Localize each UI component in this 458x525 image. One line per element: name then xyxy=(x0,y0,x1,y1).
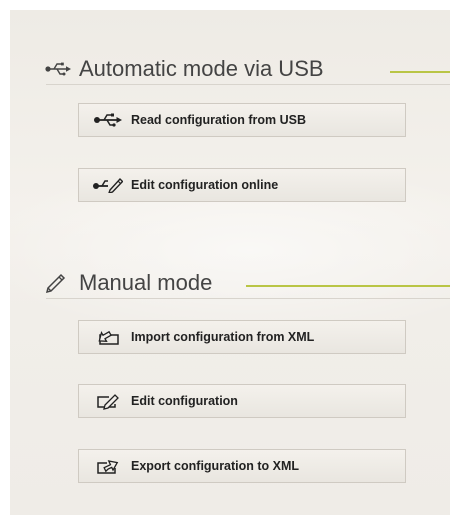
manual-mode-title: Manual mode xyxy=(79,270,213,295)
automatic-accent-line xyxy=(390,71,450,73)
export-config-xml-button[interactable]: Export configuration to XML xyxy=(78,449,406,483)
export-icon xyxy=(93,457,123,475)
usb-edit-icon xyxy=(93,176,123,194)
import-config-xml-label: Import configuration from XML xyxy=(131,330,315,344)
manual-divider xyxy=(46,298,450,299)
edit-config-label: Edit configuration xyxy=(131,394,238,408)
edit-config-online-button[interactable]: Edit configuration online xyxy=(78,168,406,202)
export-config-xml-label: Export configuration to XML xyxy=(131,459,300,473)
edit-config-online-label: Edit configuration online xyxy=(131,178,279,192)
automatic-divider xyxy=(46,84,450,85)
manual-mode-header: Manual mode xyxy=(45,268,212,298)
edit-config-button[interactable]: Edit configuration xyxy=(78,384,406,418)
automatic-mode-title: Automatic mode via USB xyxy=(79,56,324,81)
read-config-usb-label: Read configuration from USB xyxy=(131,113,307,127)
read-config-usb-button[interactable]: Read configuration from USB xyxy=(78,103,406,137)
automatic-mode-header: Automatic mode via USB xyxy=(45,54,324,84)
import-config-xml-button[interactable]: Import configuration from XML xyxy=(78,320,406,354)
edit-icon xyxy=(93,392,123,410)
pencil-icon xyxy=(45,273,71,294)
usb-icon xyxy=(45,59,71,79)
window-frame: Automatic mode via USB Read configuratio… xyxy=(0,0,458,525)
mode-panel: Automatic mode via USB Read configuratio… xyxy=(10,10,450,515)
manual-accent-line xyxy=(246,285,450,287)
import-icon xyxy=(93,328,123,346)
usb-icon xyxy=(93,111,123,129)
